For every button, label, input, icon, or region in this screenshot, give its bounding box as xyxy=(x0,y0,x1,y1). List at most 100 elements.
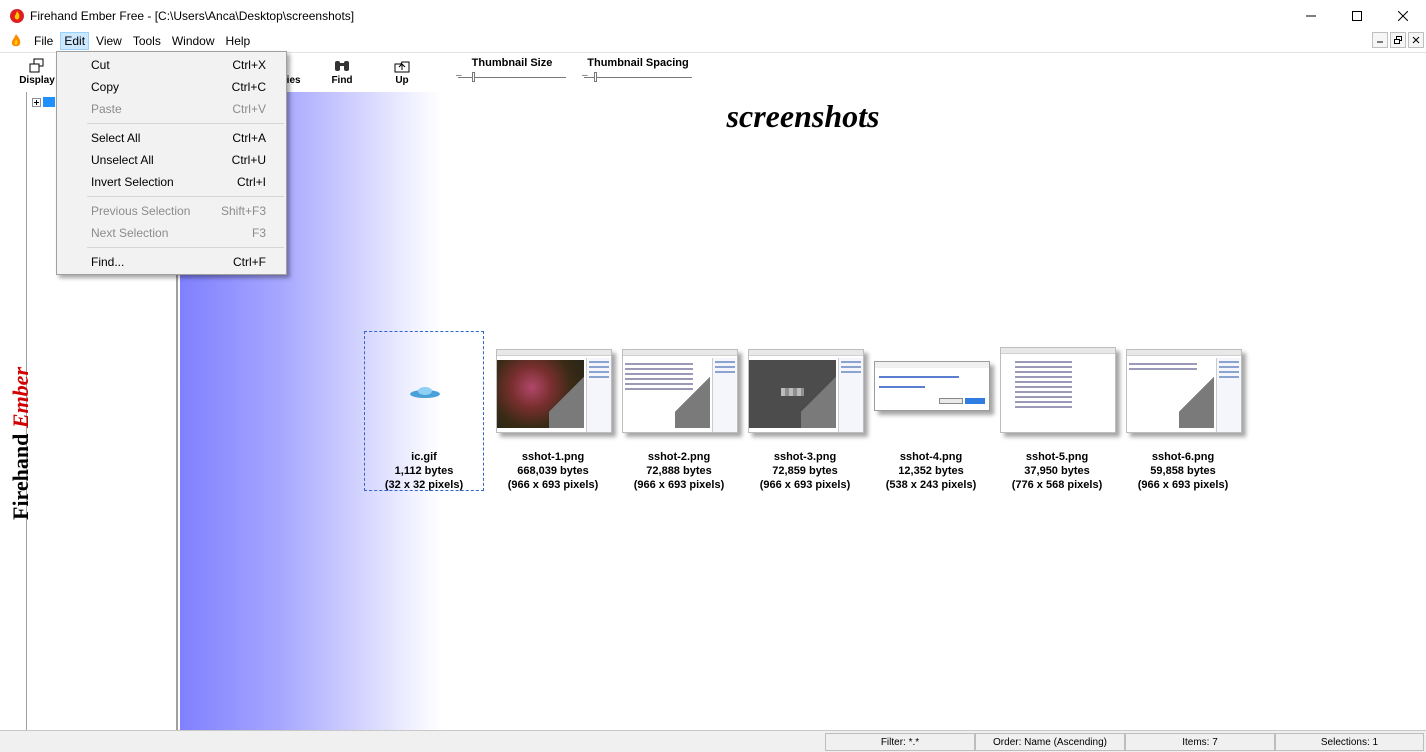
find-button[interactable]: Find xyxy=(319,58,365,86)
file-size: 1,112 bytes xyxy=(394,465,454,477)
thumbnail-caption: sshot-1.png 668,039 bytes (966 x 693 pix… xyxy=(490,450,616,492)
status-items: Items: 7 xyxy=(1125,733,1275,751)
menu-item-shortcut: Ctrl+V xyxy=(232,102,266,116)
display-label: Display xyxy=(19,75,55,86)
menu-separator xyxy=(87,247,284,248)
minimize-icon xyxy=(1377,41,1383,43)
status-selections: Selections: 1 xyxy=(1275,733,1424,751)
edit-menu-dropdown: Cut Ctrl+X Copy Ctrl+C Paste Ctrl+V Sele… xyxy=(56,51,287,275)
mdi-close-button[interactable] xyxy=(1408,32,1424,48)
app-window: Firehand Ember Free - [C:\Users\Anca\Des… xyxy=(0,0,1426,752)
expand-icon[interactable] xyxy=(32,97,41,107)
thumbnail-caption: sshot-3.png 72,859 bytes (966 x 693 pixe… xyxy=(742,450,868,492)
thumbnail-image xyxy=(874,361,990,411)
menu-item-find[interactable]: Find... Ctrl+F xyxy=(57,251,286,273)
menu-separator xyxy=(87,123,284,124)
file-name: ic.gif xyxy=(411,451,437,463)
display-button[interactable]: Display xyxy=(14,58,60,86)
menu-tools[interactable]: Tools xyxy=(129,32,165,50)
thumbnail-caption: sshot-6.png 59,858 bytes (966 x 693 pixe… xyxy=(1120,450,1246,492)
close-icon xyxy=(1412,36,1420,44)
thumbnail-size-label: Thumbnail Size xyxy=(471,57,553,69)
menu-item-label: Next Selection xyxy=(91,226,169,240)
thumbnail-spacing-track[interactable]: – xyxy=(582,70,692,82)
thumbnail-size-slider[interactable]: Thumbnail Size – xyxy=(456,57,566,82)
slider-line xyxy=(584,77,692,78)
menu-item-copy[interactable]: Copy Ctrl+C xyxy=(57,76,286,98)
menu-view[interactable]: View xyxy=(92,32,126,50)
menu-file[interactable]: File xyxy=(30,32,57,50)
menu-item-unselect-all[interactable]: Unselect All Ctrl+U xyxy=(57,149,286,171)
menu-item-label: Unselect All xyxy=(91,153,154,167)
file-size: 12,352 bytes xyxy=(898,465,964,477)
file-dimensions: (966 x 693 pixels) xyxy=(1137,479,1229,491)
file-name: sshot-2.png xyxy=(647,451,711,463)
maximize-button[interactable] xyxy=(1334,0,1380,31)
menu-item-shortcut: Ctrl+X xyxy=(232,58,266,72)
flame-app-icon xyxy=(10,8,24,23)
ufo-icon xyxy=(410,387,440,398)
slider-tick-icon: – xyxy=(582,70,588,81)
status-bar: Filter: *.* Order: Name (Ascending) Item… xyxy=(0,730,1426,752)
thumbnail-sshot-2[interactable]: sshot-2.png 72,888 bytes (966 x 693 pixe… xyxy=(616,331,742,491)
title-bar: Firehand Ember Free - [C:\Users\Anca\Des… xyxy=(0,0,1426,31)
file-name: sshot-3.png xyxy=(773,451,837,463)
thumbnail-sshot-1[interactable]: sshot-1.png 668,039 bytes (966 x 693 pix… xyxy=(490,331,616,491)
menu-help[interactable]: Help xyxy=(222,32,255,50)
menu-item-shortcut: Shift+F3 xyxy=(220,204,266,218)
file-name: sshot-5.png xyxy=(1025,451,1089,463)
thumbnail-sshot-5[interactable]: sshot-5.png 37,950 bytes (776 x 568 pixe… xyxy=(994,331,1120,491)
folder-title: screenshots xyxy=(726,98,880,134)
tree-node-root[interactable] xyxy=(32,97,55,107)
close-button[interactable] xyxy=(1380,0,1426,31)
thumbnail-caption: sshot-5.png 37,950 bytes (776 x 568 pixe… xyxy=(994,450,1120,492)
menu-item-shortcut: F3 xyxy=(251,226,266,240)
file-size: 668,039 bytes xyxy=(517,465,589,477)
menu-item-cut[interactable]: Cut Ctrl+X xyxy=(57,54,286,76)
menu-window[interactable]: Window xyxy=(168,32,219,50)
up-button[interactable]: Up xyxy=(379,58,425,86)
thumbnail-image xyxy=(1000,347,1116,433)
menu-item-label: Find... xyxy=(91,255,125,269)
restore-icon xyxy=(1394,36,1402,44)
status-filter: Filter: *.* xyxy=(825,733,975,751)
thumbnail-caption: sshot-2.png 72,888 bytes (966 x 693 pixe… xyxy=(616,450,742,492)
file-name: sshot-1.png xyxy=(521,451,585,463)
mdi-minimize-button[interactable] xyxy=(1372,32,1388,48)
thumbnail-sshot-4[interactable]: sshot-4.png 12,352 bytes (538 x 243 pixe… xyxy=(868,331,994,491)
menu-item-shortcut: Ctrl+F xyxy=(233,255,266,269)
status-order: Order: Name (Ascending) xyxy=(975,733,1125,751)
minimize-button[interactable] xyxy=(1288,0,1334,31)
file-name: sshot-4.png xyxy=(899,451,963,463)
window-title: Firehand Ember Free - [C:\Users\Anca\Des… xyxy=(30,8,355,23)
up-label: Up xyxy=(395,75,409,86)
thumbnail-caption: sshot-4.png 12,352 bytes (538 x 243 pixe… xyxy=(868,450,994,492)
thumbnail-ic-gif[interactable]: ic.gif 1,112 bytes (32 x 32 pixels) xyxy=(364,331,484,491)
file-dimensions: (966 x 693 pixels) xyxy=(759,479,851,491)
thumbnail-size-handle[interactable] xyxy=(472,72,475,82)
menu-item-label: Cut xyxy=(91,58,110,72)
thumbnail-spacing-label: Thumbnail Spacing xyxy=(587,57,689,69)
thumbnail-sshot-3[interactable]: sshot-3.png 72,859 bytes (966 x 693 pixe… xyxy=(742,331,868,491)
folder-icon xyxy=(43,97,55,107)
menu-item-select-all[interactable]: Select All Ctrl+A xyxy=(57,127,286,149)
file-name: sshot-6.png xyxy=(1151,451,1215,463)
menu-item-label: Select All xyxy=(91,131,141,145)
thumbnail-spacing-slider[interactable]: Thumbnail Spacing – xyxy=(582,57,692,82)
menu-item-shortcut: Ctrl+C xyxy=(231,80,266,94)
binoculars-icon xyxy=(335,61,349,71)
thumbnail-size-track[interactable]: – xyxy=(456,70,566,82)
display-icon xyxy=(29,58,44,73)
menu-bar: File Edit View Tools Window Help xyxy=(0,31,1426,51)
menu-item-invert-selection[interactable]: Invert Selection Ctrl+I xyxy=(57,171,286,193)
find-label: Find xyxy=(331,75,353,86)
thumbnail-sshot-6[interactable]: sshot-6.png 59,858 bytes (966 x 693 pixe… xyxy=(1120,331,1246,491)
menu-item-shortcut: Ctrl+A xyxy=(232,131,266,145)
file-dimensions: (966 x 693 pixels) xyxy=(507,479,599,491)
thumbnail-spacing-handle[interactable] xyxy=(594,72,597,82)
brand-strip: Firehand Ember xyxy=(0,92,33,730)
menu-item-label: Copy xyxy=(91,80,120,94)
menu-item-label: Paste xyxy=(91,102,122,116)
menu-edit[interactable]: Edit xyxy=(60,32,90,50)
mdi-restore-button[interactable] xyxy=(1390,32,1406,48)
